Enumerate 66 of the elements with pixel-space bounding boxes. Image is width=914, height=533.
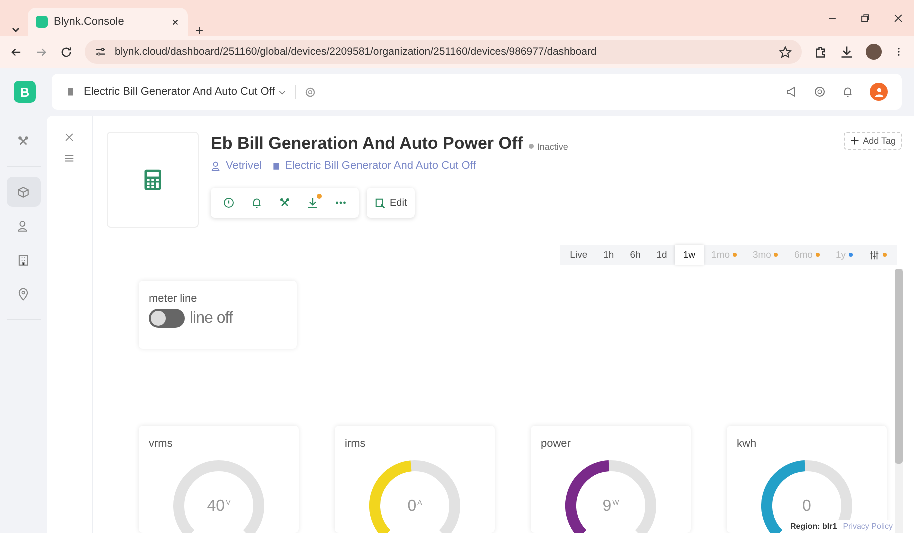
favicon-icon [36, 16, 48, 28]
restore-icon [860, 12, 871, 24]
new-tab-icon [194, 25, 205, 36]
bell-icon [251, 197, 263, 209]
time-range-tab[interactable]: 1d [648, 245, 676, 265]
widget-title: meter line [149, 293, 198, 305]
add-tag-button[interactable]: Add Tag [844, 132, 902, 150]
widget-title: power [541, 438, 572, 450]
scrollbar[interactable] [895, 269, 903, 533]
toggle-switch[interactable] [149, 309, 185, 328]
widget-title: irms [345, 438, 367, 450]
device-title: Eb Bill Generation And Auto Power Off [211, 134, 524, 154]
gauge-value: 40 [207, 498, 226, 515]
region-label: Region: blr1 [790, 522, 838, 531]
sidebar-item[interactable] [6, 177, 40, 207]
widget-title: kwh [737, 438, 758, 450]
url-text: blynk.cloud/dashboard/251160/global/devices/2209581/organization/251160/devices/986977/dashboard [115, 46, 597, 58]
device-icon [66, 87, 76, 97]
close-icon [171, 18, 180, 26]
calculator-icon [142, 167, 164, 193]
profile-avatar[interactable] [866, 44, 882, 60]
edit-icon [375, 198, 386, 208]
close-icon [893, 12, 904, 24]
extensions-icon [814, 45, 828, 59]
tools-icon [17, 134, 30, 148]
time-range-tab[interactable]: 6h [622, 245, 649, 265]
tools-icon [279, 197, 291, 209]
gauge-value: 0 [802, 498, 812, 515]
time-range-tab[interactable]: 1w [675, 245, 704, 265]
user-icon [211, 160, 222, 172]
person-icon [874, 86, 884, 98]
download-icon [840, 45, 854, 59]
menu-icon [64, 153, 75, 164]
filter-icon [869, 250, 880, 260]
building-icon [17, 254, 30, 266]
gauge-value: 0 [408, 498, 417, 515]
bell-icon [842, 86, 854, 98]
device-status: Inactive [537, 142, 568, 152]
time-range-tab[interactable]: 1h [596, 245, 622, 265]
browser-tab[interactable]: Blynk.Console [28, 8, 188, 36]
tab-title: Blynk.Console [54, 16, 126, 28]
time-range-tab[interactable]: Live [562, 245, 596, 265]
users-icon [17, 220, 30, 232]
switch-label: line off [190, 310, 233, 328]
unit-label: W [612, 500, 620, 507]
bookmark-star-icon [779, 46, 792, 58]
template-selector[interactable]: Electric Bill Generator And Auto Cut Off [84, 86, 288, 98]
settings-icon [304, 86, 318, 98]
unit-label: A [418, 500, 422, 507]
location-icon [17, 288, 30, 300]
plus-icon [850, 136, 860, 146]
template-icon [272, 162, 282, 170]
gauge-value: 9 [602, 498, 612, 515]
reload-icon [60, 46, 73, 58]
close-icon [64, 132, 75, 143]
site-settings-icon [95, 46, 107, 58]
device-icon [17, 186, 30, 198]
unit-label: V [226, 500, 231, 507]
info-icon [223, 197, 235, 209]
download-icon [307, 197, 319, 209]
lifebuoy-icon [814, 86, 826, 98]
address-bar[interactable]: blynk.cloud/dashboard/251160/global/devices/2209581/organization/251160/devices/986977/dashboard [85, 40, 802, 64]
user-avatar[interactable] [870, 83, 888, 101]
widget-title: vrms [149, 438, 174, 450]
edit-button[interactable]: Edit [367, 188, 416, 218]
megaphone-icon [786, 86, 798, 98]
